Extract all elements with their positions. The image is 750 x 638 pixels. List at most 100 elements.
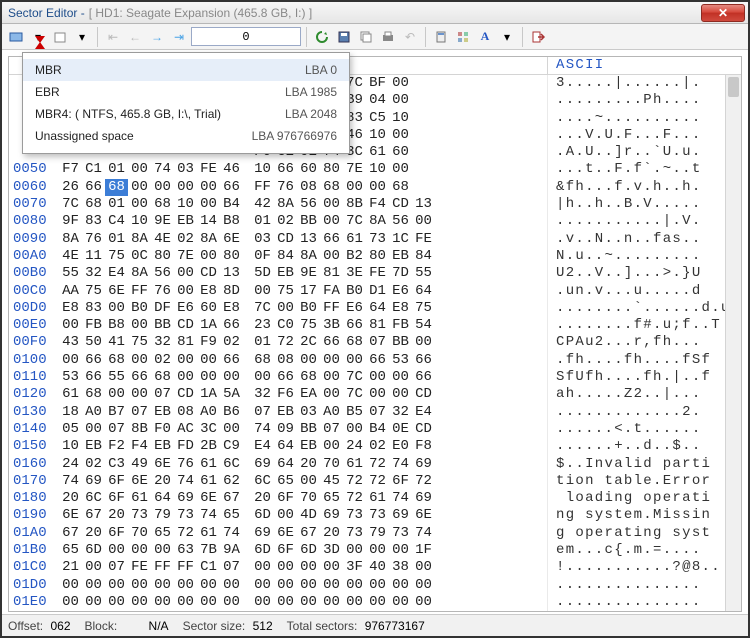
vertical-scrollbar[interactable] (725, 75, 741, 611)
undo-button[interactable]: ↶ (400, 27, 420, 47)
row-hex[interactable]: 2402C3496E76616C6964207061727469 (59, 456, 547, 473)
row-hex[interactable]: 9F83C4109EEB14B80102BB007C8A5600 (59, 213, 547, 230)
row-hex[interactable]: 6168000007CD1A5A32F6EA007C0000CD (59, 386, 547, 403)
row-hex[interactable]: 5366556668000000006668007C000066 (59, 369, 547, 386)
hex-row[interactable]: 00A04E11750C807E00800F848A00B280EB84N.u.… (9, 248, 741, 265)
nav-next-button[interactable]: → (147, 27, 167, 47)
hex-row[interactable]: 00809F83C4109EEB14B80102BB007C8A5600....… (9, 213, 741, 230)
hex-row[interactable]: 01400500078BF0AC3C007409BB0700B40ECD....… (9, 421, 741, 438)
toolbar-divider (425, 27, 426, 47)
hex-row[interactable]: 00B05532E48A5600CD135DEB9E813EFE7D55U2..… (9, 265, 741, 282)
row-hex[interactable]: E88300B0DFE660E87C00B0FFE664E875 (59, 300, 547, 317)
hex-row[interactable]: 015010EBF2F4EBFD2BC9E464EB002402E0F8....… (9, 438, 741, 455)
row-offset: 0110 (9, 369, 59, 386)
hex-row[interactable]: 01105366556668000000006668007C000066SfUf… (9, 369, 741, 386)
font-button[interactable]: A (475, 27, 495, 47)
row-offset: 01D0 (9, 577, 59, 594)
row-hex[interactable]: 4E11750C807E00800F848A00B280EB84 (59, 248, 547, 265)
row-hex[interactable]: 00FBB800BBCD1A6623C0753B6681FB54 (59, 317, 547, 334)
row-hex[interactable]: 6E672073797374656D004D697373696E (59, 507, 547, 524)
sector-nav-dropdown[interactable]: MBRLBA 0EBRLBA 1985MBR4: ( NTFS, 465.8 G… (22, 52, 350, 154)
row-hex[interactable]: 7C680100681000B4428A56008BF4CD13 (59, 196, 547, 213)
hex-row[interactable]: 00D0E88300B0DFE660E87C00B0FFE664E875....… (9, 300, 741, 317)
hex-row[interactable]: 00908A76018A4E028A6E03CD136661731CFE.v..… (9, 231, 741, 248)
row-hex[interactable]: F7C101007403FE46106660807E1000 (59, 161, 547, 178)
hex-row[interactable]: 00707C680100681000B4428A56008BF4CD13|h..… (9, 196, 741, 213)
hex-row[interactable]: 010000666800020000666808000000665366.fh.… (9, 352, 741, 369)
row-hex[interactable]: 00000000000000000000000000000000 (59, 577, 547, 594)
row-ascii: ...V.U.F...F... (547, 127, 741, 144)
row-offset: 00F0 (9, 334, 59, 351)
hex-row[interactable]: 00F0435041753281F90201722C666807BB00CPAu… (9, 334, 741, 351)
row-offset: 00B0 (9, 265, 59, 282)
dropdown-item[interactable]: MBRLBA 0 (23, 59, 349, 81)
row-hex[interactable]: 5532E48A5600CD135DEB9E813EFE7D55 (59, 265, 547, 282)
grid-button[interactable] (453, 27, 473, 47)
hex-body[interactable]: 8ED8BE007CBF003.....|......|. 1C06CBFBB9… (9, 75, 741, 611)
close-icon: ✕ (718, 6, 728, 20)
hex-row[interactable]: 01206168000007CD1A5A32F6EA007C0000CDah..… (9, 386, 741, 403)
row-hex[interactable]: 00666800020000666808000000665366 (59, 352, 547, 369)
scrollbar-thumb[interactable] (728, 77, 739, 97)
row-hex[interactable]: 8A76018A4E028A6E03CD136661731CFE (59, 231, 547, 248)
hex-row[interactable]: 01602402C3496E76616C6964207061727469$..I… (9, 456, 741, 473)
dropdown-item-right: LBA 2048 (285, 107, 337, 121)
nav-last-button[interactable]: ⇥ (169, 27, 189, 47)
dropdown-item[interactable]: Unassigned spaceLBA 976766976 (23, 125, 349, 147)
row-offset: 0190 (9, 507, 59, 524)
dropdown-item[interactable]: EBRLBA 1985 (23, 81, 349, 103)
row-offset: 0100 (9, 352, 59, 369)
hex-row[interactable]: 01F0000000000000000000000000000055AA....… (9, 611, 741, 612)
close-button[interactable]: ✕ (701, 4, 745, 22)
hex-row[interactable]: 01B0656D000000637B9A6D6F6D3D0000001Fem..… (9, 542, 741, 559)
save-button[interactable] (334, 27, 354, 47)
row-ascii: .............2. (547, 404, 741, 421)
row-hex[interactable]: 2666680000000066FF760868000068 (59, 179, 547, 196)
row-ascii: !...........?@8.. (547, 559, 741, 576)
row-hex[interactable]: 435041753281F90201722C666807BB00 (59, 334, 547, 351)
copy-button[interactable] (356, 27, 376, 47)
open-file-dropdown[interactable]: ▾ (72, 27, 92, 47)
row-ascii: loading operati (547, 490, 741, 507)
disk-select-button[interactable] (6, 27, 26, 47)
row-hex[interactable]: 67206F7065726174696E672073797374 (59, 525, 547, 542)
sector-input[interactable]: 0 (191, 27, 301, 46)
refresh-button[interactable] (312, 27, 332, 47)
hex-row[interactable]: 01C0210007FEFFFFC107000000003F403800!...… (9, 559, 741, 576)
nav-first-button[interactable]: ⇤ (103, 27, 123, 47)
row-hex[interactable]: 00000000000000000000000000000000 (59, 594, 547, 611)
hex-row[interactable]: 013018A0B707EB08A0B607EB03A0B50732E4....… (9, 404, 741, 421)
hex-row[interactable]: 0180206C6F6164696E67206F706572617469 loa… (9, 490, 741, 507)
hex-row[interactable]: 01E000000000000000000000000000000000....… (9, 594, 741, 611)
hex-row[interactable]: 00C0AA756EFF7600E88D007517FAB0D1E664.un.… (9, 283, 741, 300)
print-button[interactable] (378, 27, 398, 47)
row-hex[interactable]: 0500078BF0AC3C007409BB0700B40ECD (59, 421, 547, 438)
row-hex[interactable]: 656D000000637B9A6D6F6D3D0000001F (59, 542, 547, 559)
exit-button[interactable] (528, 27, 548, 47)
open-file-button[interactable] (50, 27, 70, 47)
row-ascii: ........`......d.u (547, 300, 741, 317)
row-hex[interactable]: 74696F6E207461626C65004572726F72 (59, 473, 547, 490)
row-hex[interactable]: 18A0B707EB08A0B607EB03A0B50732E4 (59, 404, 547, 421)
calc-button[interactable] (431, 27, 451, 47)
status-sector-size: Sector size: 512 (183, 619, 273, 633)
hex-row[interactable]: 01906E672073797374656D004D697373696Eng s… (9, 507, 741, 524)
status-offset: Offset: 062 (8, 619, 71, 633)
row-offset: 01A0 (9, 525, 59, 542)
hex-row[interactable]: 01A067206F7065726174696E672073797374g op… (9, 525, 741, 542)
row-hex[interactable]: 206C6F6164696E67206F706572617469 (59, 490, 547, 507)
font-dropdown[interactable]: ▾ (497, 27, 517, 47)
nav-prev-button[interactable]: ← (125, 27, 145, 47)
hex-row[interactable]: 01D000000000000000000000000000000000....… (9, 577, 741, 594)
hex-row[interactable]: 017074696F6E207461626C65004572726F72tion… (9, 473, 741, 490)
hex-row[interactable]: 0050F7C101007403FE46106660807E1000...t..… (9, 161, 741, 178)
dropdown-item-right: LBA 0 (305, 63, 337, 77)
row-hex[interactable]: 10EBF2F4EBFD2BC9E464EB002402E0F8 (59, 438, 547, 455)
hex-row[interactable]: 00E000FBB800BBCD1A6623C0753B6681FB54....… (9, 317, 741, 334)
row-hex[interactable]: AA756EFF7600E88D007517FAB0D1E664 (59, 283, 547, 300)
dropdown-item[interactable]: MBR4: ( NTFS, 465.8 GB, I:\, Trial)LBA 2… (23, 103, 349, 125)
row-hex[interactable]: 210007FEFFFFC107000000003F403800 (59, 559, 547, 576)
row-hex[interactable]: 000000000000000000000000000055AA (59, 611, 547, 612)
hex-row[interactable]: 00602666680000000066FF760868000068&fh...… (9, 179, 741, 196)
dropdown-item-label: Unassigned space (35, 129, 134, 143)
